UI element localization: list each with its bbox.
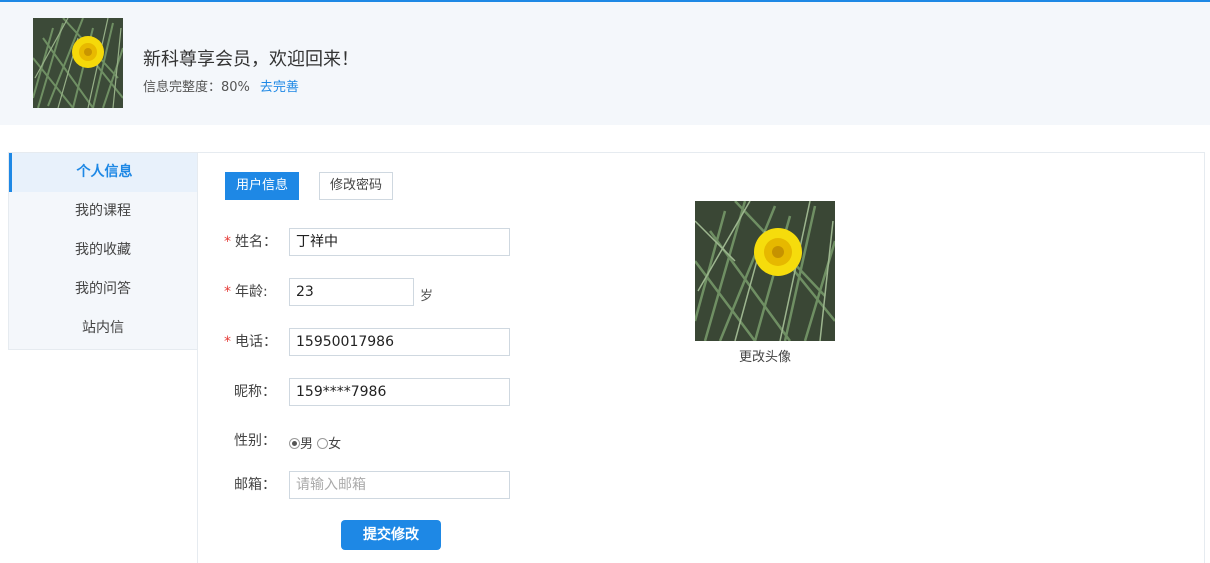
name-label: * 姓名： [224, 234, 277, 250]
required-mark: * [224, 234, 231, 250]
required-mark: * [224, 284, 231, 300]
name-input[interactable] [289, 228, 510, 256]
welcome-message: 新科尊享会员，欢迎回来！ [143, 49, 359, 70]
complete-profile-link[interactable]: 去完善 [260, 80, 299, 95]
completeness-label: 信息完整度：80% [143, 80, 250, 95]
gender-label: 性别： [234, 433, 276, 449]
main-content: 用户信息 修改密码 *姓名： *年龄: 岁 *电话： 昵称： 性别： 男 女 邮… [197, 152, 1205, 563]
profile-avatar-image[interactable] [695, 201, 835, 341]
email-input[interactable] [289, 471, 510, 499]
gender-male-radio[interactable] [289, 438, 300, 449]
sidebar-item-my-favorites[interactable]: 我的收藏 [9, 231, 197, 270]
tab-change-password[interactable]: 修改密码 [319, 172, 393, 200]
sidebar-item-messages[interactable]: 站内信 [9, 309, 197, 348]
nickname-input[interactable] [289, 378, 510, 406]
sidebar-item-my-courses[interactable]: 我的课程 [9, 192, 197, 231]
gender-radio-group: 男 女 [289, 433, 341, 452]
sidebar-item-my-qa[interactable]: 我的问答 [9, 270, 197, 309]
gender-female-label[interactable]: 女 [328, 437, 341, 452]
phone-input[interactable] [289, 328, 510, 356]
gender-male-label[interactable]: 男 [300, 437, 313, 452]
submit-button[interactable]: 提交修改 [341, 520, 441, 550]
change-avatar-link[interactable]: 更改头像 [695, 346, 835, 365]
age-input[interactable] [289, 278, 414, 306]
age-unit: 岁 [420, 289, 434, 304]
profile-header: 新科尊享会员，欢迎回来！ 信息完整度：80% 去完善 [0, 2, 1210, 125]
profile-completeness: 信息完整度：80% 去完善 [143, 76, 299, 95]
tab-user-info[interactable]: 用户信息 [225, 172, 299, 200]
required-mark: * [224, 334, 231, 350]
age-label: * 年龄: [224, 284, 268, 300]
email-label: 邮箱： [234, 477, 276, 493]
phone-label: * 电话： [224, 334, 277, 350]
user-avatar [33, 18, 123, 108]
sidebar-menu: 个人信息 我的课程 我的收藏 我的问答 站内信 [8, 152, 198, 350]
sidebar-item-personal-info[interactable]: 个人信息 [9, 153, 197, 192]
gender-female-radio[interactable] [317, 438, 329, 449]
nickname-label: 昵称： [234, 384, 276, 400]
